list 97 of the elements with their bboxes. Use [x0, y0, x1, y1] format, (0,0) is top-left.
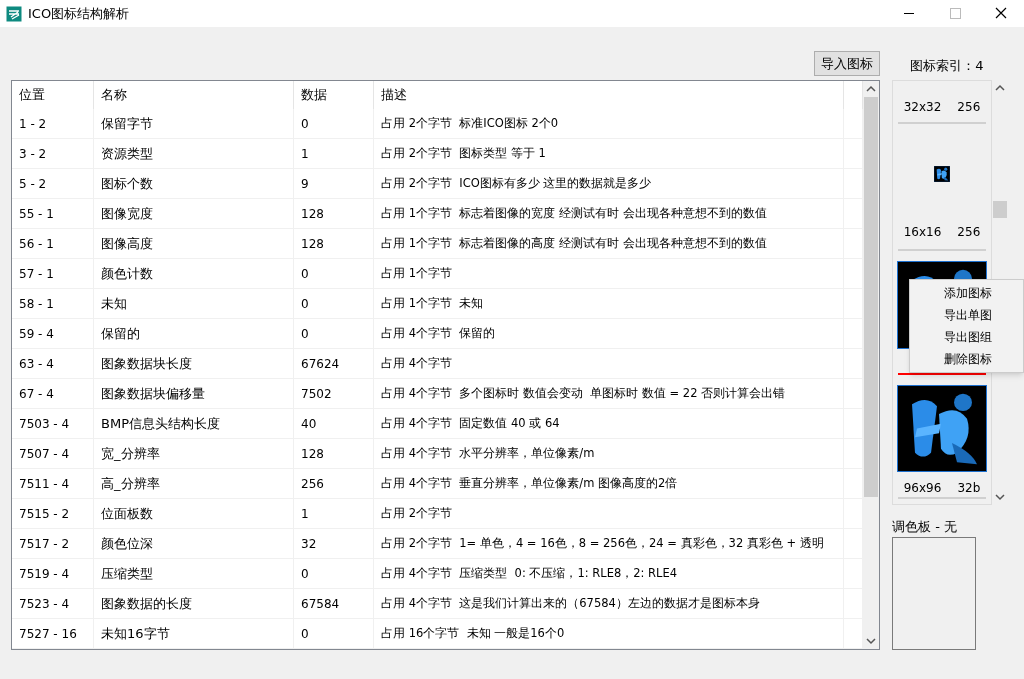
- table-cell: 0: [294, 559, 374, 588]
- table-cell: 图象数据块偏移量: [94, 379, 294, 408]
- menu-item[interactable]: 导出单图: [910, 304, 1023, 326]
- table-cell: 图象数据块长度: [94, 349, 294, 378]
- table-cell: 63 - 4: [12, 349, 94, 378]
- icon-size: 96x96: [903, 480, 942, 497]
- table-cell: 59 - 4: [12, 319, 94, 348]
- column-header[interactable]: 数据: [294, 81, 374, 109]
- icon-entry[interactable]: 16x16 256: [898, 124, 986, 251]
- table-cell: BMP信息头结构长度: [94, 409, 294, 438]
- app-icon: [6, 5, 22, 22]
- table-cell: 40: [294, 409, 374, 438]
- table-cell: 32: [294, 529, 374, 558]
- menu-item[interactable]: 导出图组: [910, 326, 1023, 348]
- table-cell: 占用 2个字节 ICO图标有多少 这里的数据就是多少: [374, 169, 844, 198]
- table-cell: 保留字节: [94, 109, 294, 138]
- table-cell: 高_分辨率: [94, 469, 294, 498]
- icon-depth: 256: [957, 99, 981, 116]
- table-cell: 图象数据的长度: [94, 589, 294, 618]
- table-cell: 占用 4个字节 这是我们计算出来的（67584）左边的数据才是图标本身: [374, 589, 844, 618]
- table-cell: 占用 4个字节 多个图标时 数值会变动 单图标时 数值 = 22 否则计算会出错: [374, 379, 844, 408]
- table-cell: 0: [294, 319, 374, 348]
- table-cell: 56 - 1: [12, 229, 94, 258]
- import-button[interactable]: 导入图标: [814, 51, 880, 76]
- scroll-thumb[interactable]: [864, 97, 878, 497]
- table-cell: 占用 1个字节: [374, 259, 844, 288]
- table-cell: 55 - 1: [12, 199, 94, 228]
- table-cell: 占用 16个字节 未知 一般是16个0: [374, 619, 844, 648]
- table-cell: 位面板数: [94, 499, 294, 528]
- table-cell: 颜色计数: [94, 259, 294, 288]
- icon-entry[interactable]: 32x32 256: [898, 81, 986, 124]
- table-cell: 占用 4个字节 压缩类型 0: 不压缩，1: RLE8，2: RLE4: [374, 559, 844, 588]
- window-title: ICO图标结构解析: [28, 4, 130, 23]
- table-cell: 占用 4个字节 保留的: [374, 319, 844, 348]
- table-cell: 57 - 1: [12, 259, 94, 288]
- table-cell: 占用 2个字节: [374, 499, 844, 528]
- table-cell: 128: [294, 439, 374, 468]
- table-cell: 图像宽度: [94, 199, 294, 228]
- scrollbar[interactable]: [863, 81, 879, 649]
- column-header[interactable]: 描述: [374, 81, 844, 109]
- table-cell: 9: [294, 169, 374, 198]
- table-cell: 未知16字节: [94, 619, 294, 648]
- menu-item[interactable]: 添加图标: [910, 282, 1023, 304]
- table-cell: 0: [294, 619, 374, 648]
- table-cell: 占用 4个字节: [374, 349, 844, 378]
- table-cell: 占用 2个字节 1= 单色，4 = 16色，8 = 256色，24 = 真彩色，32 真彩色 + 透明: [374, 529, 844, 558]
- table-cell: 0: [294, 259, 374, 288]
- table-cell: 7507 - 4: [12, 439, 94, 468]
- table-cell: 3 - 2: [12, 139, 94, 168]
- icon-index-label: 图标索引：4: [909, 56, 985, 75]
- table-cell: 占用 4个字节 水平分辨率，单位像素/m: [374, 439, 844, 468]
- table-cell: 占用 2个字节 图标类型 等于 1: [374, 139, 844, 168]
- table-cell: 图像高度: [94, 229, 294, 258]
- table-cell: 7517 - 2: [12, 529, 94, 558]
- icon-depth: 256: [957, 224, 981, 241]
- table-cell: 资源类型: [94, 139, 294, 168]
- table-cell: 128: [294, 199, 374, 228]
- scroll-thumb[interactable]: [993, 201, 1007, 218]
- menu-item[interactable]: 删除图标: [910, 348, 1023, 370]
- palette-label: 调色板 - 无: [892, 518, 958, 537]
- table-cell: 128: [294, 229, 374, 258]
- table-cell: 67 - 4: [12, 379, 94, 408]
- table-cell: 图标个数: [94, 169, 294, 198]
- table-cell: 保留的: [94, 319, 294, 348]
- table-cell: 占用 4个字节 垂直分辨率，单位像素/m 图像高度的2倍: [374, 469, 844, 498]
- table-cell: 58 - 1: [12, 289, 94, 318]
- table-cell: 256: [294, 469, 374, 498]
- table-cell: 占用 4个字节 固定数值 40 或 64: [374, 409, 844, 438]
- table-cell: 占用 1个字节 标志着图像的高度 经测试有时 会出现各种意想不到的数值: [374, 229, 844, 258]
- table-cell: 压缩类型: [94, 559, 294, 588]
- column-header[interactable]: 名称: [94, 81, 294, 109]
- table-cell: 未知: [94, 289, 294, 318]
- table-cell: 7502: [294, 379, 374, 408]
- table-cell: 7515 - 2: [12, 499, 94, 528]
- table-cell: 7527 - 16: [12, 619, 94, 648]
- icon-entry[interactable]: 96x96 32b: [898, 375, 986, 499]
- table-cell: 占用 1个字节 标志着图像的宽度 经测试有时 会出现各种意想不到的数值: [374, 199, 844, 228]
- icon-size: 16x16: [903, 224, 942, 241]
- table-cell: 占用 1个字节 未知: [374, 289, 844, 318]
- table-cell: 0: [294, 289, 374, 318]
- column-header[interactable]: 位置: [12, 81, 94, 109]
- table-cell: 0: [294, 109, 374, 138]
- table-cell: 5 - 2: [12, 169, 94, 198]
- table-cell: 67624: [294, 349, 374, 378]
- table-cell: 7523 - 4: [12, 589, 94, 618]
- table-cell: 宽_分辨率: [94, 439, 294, 468]
- table-cell: 1: [294, 499, 374, 528]
- table-cell: 7503 - 4: [12, 409, 94, 438]
- table-cell: 颜色位深: [94, 529, 294, 558]
- table-cell: 7511 - 4: [12, 469, 94, 498]
- table-cell: 1: [294, 139, 374, 168]
- icon-depth: 32b: [957, 480, 981, 497]
- table-cell: 1 - 2: [12, 109, 94, 138]
- table-cell: 7519 - 4: [12, 559, 94, 588]
- table-cell: 67584: [294, 589, 374, 618]
- table-cell: 占用 2个字节 标准ICO图标 2个0: [374, 109, 844, 138]
- icon-size: 32x32: [903, 99, 942, 116]
